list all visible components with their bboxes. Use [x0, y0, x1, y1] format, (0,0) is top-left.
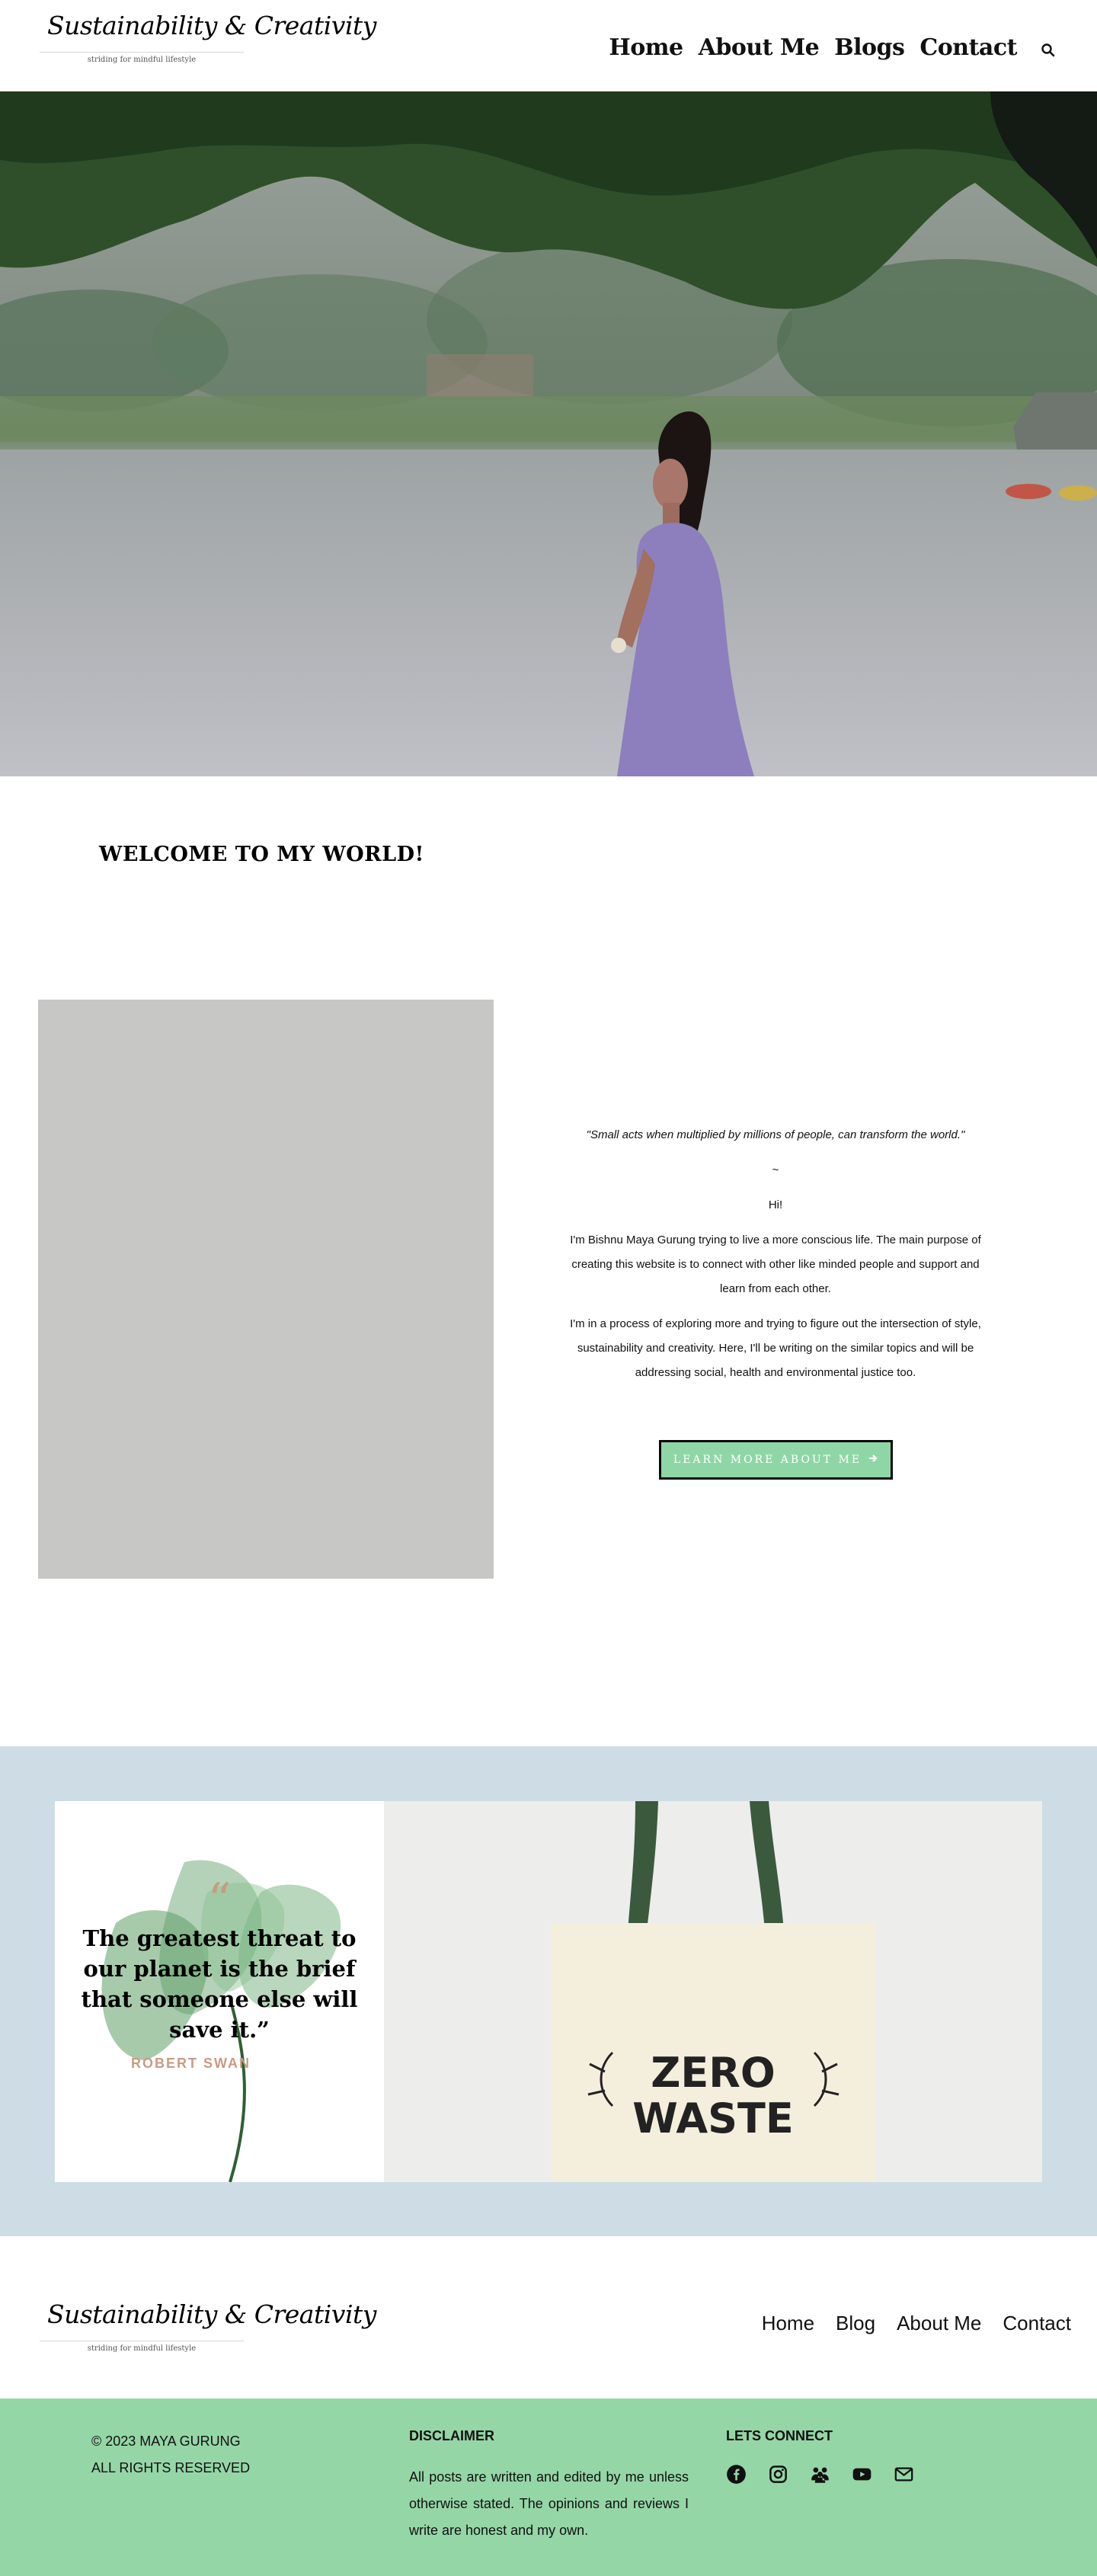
disclaimer-text: All posts are written and edited by me u…: [409, 2469, 689, 2538]
group-icon[interactable]: [810, 2464, 830, 2485]
main-nav: Home About Me Blogs Contact: [609, 34, 1017, 61]
footer-logo-tagline: striding for mindful lifestyle: [87, 2344, 197, 2353]
footer-nav-home[interactable]: Home: [762, 2312, 814, 2335]
nav-contact[interactable]: Contact: [919, 34, 1017, 61]
nav-about-me[interactable]: About Me: [699, 34, 820, 61]
featured-quote: The greatest threat to our planet is the…: [81, 1925, 358, 2043]
learn-more-label: LEARN MORE ABOUT ME: [673, 1454, 862, 1466]
facebook-icon[interactable]: [726, 2464, 747, 2485]
logo-divider: [40, 52, 244, 53]
nav-home[interactable]: Home: [609, 34, 683, 61]
youtube-icon[interactable]: [852, 2464, 872, 2485]
connect-title: LETS CONNECT: [726, 2428, 833, 2443]
disclaimer-title: DISCLAIMER: [409, 2428, 494, 2443]
hero-image: [0, 91, 1097, 776]
copyright-line-2: ALL RIGHTS RESERVED: [91, 2460, 251, 2475]
logo-script-text: Sustainability & Creativity: [47, 11, 376, 40]
bag-text-zero: ZERO: [651, 2049, 776, 2097]
instagram-icon[interactable]: [768, 2464, 788, 2485]
welcome-title: WELCOME TO MY WORLD!: [99, 843, 424, 866]
footer-nav-contact[interactable]: Contact: [1003, 2312, 1071, 2335]
arrow-right-icon: [868, 1453, 878, 1467]
footer-nav-blog[interactable]: Blog: [836, 2312, 875, 2335]
greeting: Hi!: [768, 1198, 783, 1211]
copyright-block: © 2023 MAYA GURUNG ALL RIGHTS RESERVED: [91, 2428, 250, 2482]
footer-nav: Home Blog About Me Contact: [762, 2312, 1071, 2335]
email-icon[interactable]: [894, 2464, 914, 2485]
social-links: [726, 2464, 914, 2485]
nav-blogs[interactable]: Blogs: [834, 34, 905, 61]
search-icon[interactable]: [1039, 41, 1057, 59]
copyright-line-1: © 2023 MAYA GURUNG: [91, 2434, 241, 2449]
tote-bag-image: ZERO WASTE: [384, 1801, 1042, 2182]
quote-mark-icon: “: [207, 1874, 232, 1927]
bag-text-waste: WASTE: [632, 2094, 794, 2142]
about-text-block: "Small acts when multiplied by millions …: [564, 1123, 987, 1385]
quote-card: “ The greatest threat to our planet is t…: [55, 1801, 384, 2182]
about-paragraph-1: I'm Bishnu Maya Gurung trying to live a …: [570, 1234, 981, 1295]
logo-tagline: striding for mindful lifestyle: [87, 56, 197, 64]
intro-quote: "Small acts when multiplied by millions …: [586, 1128, 965, 1141]
learn-more-button[interactable]: LEARN MORE ABOUT ME: [659, 1440, 893, 1480]
quote-author: ROBERT SWAN: [131, 2056, 251, 2071]
site-header: Sustainability & Creativity striding for…: [0, 0, 1097, 91]
about-paragraph-2: I'm in a process of exploring more and t…: [570, 1317, 981, 1379]
footer-nav-about-me[interactable]: About Me: [897, 2312, 981, 2335]
about-image-placeholder: [38, 1000, 494, 1579]
footer-logo[interactable]: Sustainability & Creativity striding for…: [40, 2296, 376, 2357]
site-logo[interactable]: Sustainability & Creativity striding for…: [40, 8, 376, 69]
tilde-divider: ~: [772, 1163, 779, 1176]
footer-logo-script-text: Sustainability & Creativity: [47, 2299, 376, 2329]
